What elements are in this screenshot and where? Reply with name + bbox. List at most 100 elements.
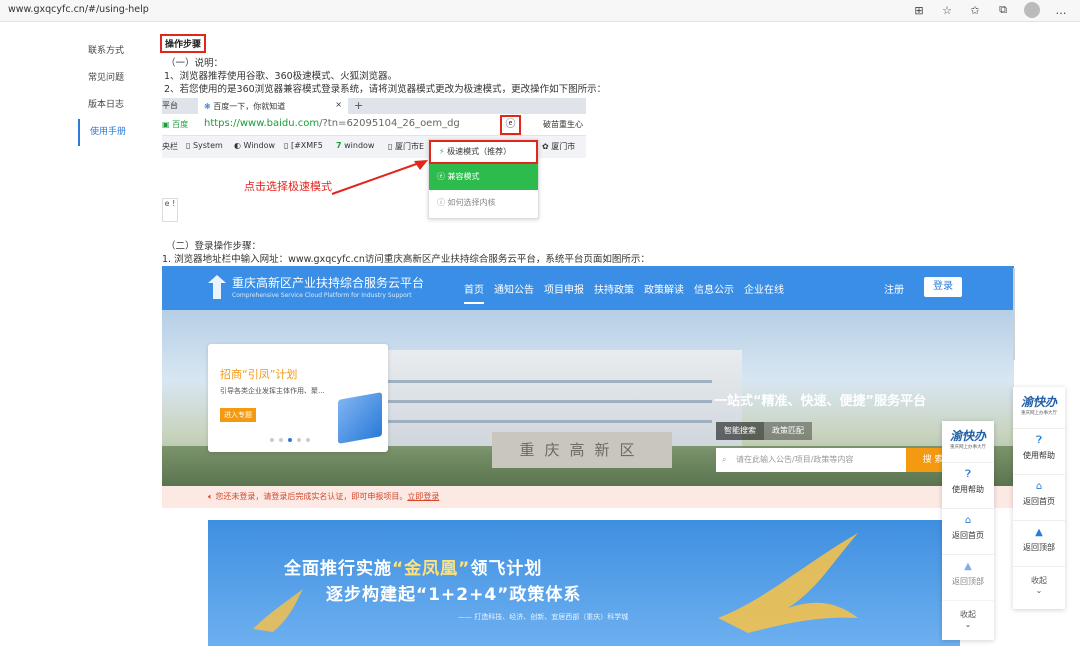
chart-cube-icon [338, 392, 382, 444]
carousel-dot[interactable] [288, 438, 292, 442]
bookmark-label: [#XMF5 [290, 141, 323, 150]
nav-projects[interactable]: 项目申报 [544, 281, 584, 304]
favorite-add-icon[interactable]: ☆ [940, 3, 954, 17]
shot-url-main: https://www.baidu.com [204, 118, 320, 129]
new-tab-icon: + [354, 99, 364, 112]
page-title: 操作步骤 [160, 34, 207, 53]
logo-text: 渝快办 [1020, 395, 1057, 409]
menu-howto[interactable]: ⓘ 如何选择内核 [429, 190, 538, 216]
sidebar-item-changelog[interactable]: 版本日志 [78, 92, 150, 119]
carousel-dot[interactable] [279, 438, 283, 442]
poster-line1: 全面推行实施“金凤凰”领飞计划 [284, 554, 542, 579]
section2-title: （二）登录操作步骤： [166, 241, 262, 252]
qr-icon[interactable]: ⊞ [912, 3, 926, 17]
bookmark-label: window [344, 141, 375, 150]
nav-policy-interpretation[interactable]: 政策解读 [644, 281, 684, 304]
portal-title: 重庆高新区产业扶持综合服务云平台 [232, 276, 425, 290]
float-home-label: 返回首页 [1023, 497, 1055, 506]
browser-mode-menu: ⚡ 极速模式（推荐） ⓔ 兼容模式 ⓘ 如何选择内核 [428, 139, 539, 219]
bookmark-item: ▯ [#XMF5 [284, 141, 323, 150]
poster-line3: —— 打造科技、经济、创新、宜居西部（重庆）科学城 [458, 613, 629, 621]
stone-sign: 重庆高新区 [492, 432, 672, 468]
promo-title: 招商“引凤”计划 [220, 368, 298, 381]
address-bar[interactable]: www.gxqcyfc.cn/#/using-help [8, 4, 149, 15]
nav-publicity[interactable]: 信息公示 [694, 281, 734, 304]
bookmark-item: 央栏 [162, 142, 178, 151]
carousel-dot[interactable] [306, 438, 310, 442]
portal-header: 重庆高新区产业扶持综合服务云平台 Comprehensive Service C… [162, 266, 1014, 310]
login-button[interactable]: 登录 [924, 277, 962, 297]
float-collapse[interactable]: 收起 ⌄ [1013, 567, 1065, 607]
login-notice: 🔈︎ 您还未登录，请登录后完成实名认证，即可申报项目。立即登录 [162, 486, 1014, 508]
scrollbar[interactable] [1013, 268, 1015, 360]
section1-line1: 1、浏览器推荐使用谷歌、360极速模式、火狐浏览器。 [164, 71, 398, 82]
chevron-down-icon: ⌄ [1035, 586, 1043, 595]
carousel-dot[interactable] [270, 438, 274, 442]
bell-icon: ▲ [1035, 527, 1043, 538]
float-top-label: 返回顶部 [1023, 543, 1055, 552]
float-top[interactable]: ▲ 返回顶部 [1013, 521, 1065, 567]
portal-slogan: 一站式“精准、快速、便捷”服务平台 [714, 394, 927, 409]
phoenix-small-icon [253, 589, 303, 632]
promo-card[interactable]: 招商“引凤”计划 引导各类企业发挥主体作用、聚... 进入专题 [208, 344, 388, 452]
tab-policy-match[interactable]: 政策匹配 [764, 422, 812, 440]
nav-notices[interactable]: 通知公告 [494, 281, 534, 304]
browser-mode-icon: ⓔ [500, 115, 521, 135]
secure-text: 百度 [172, 120, 189, 129]
logo-text-inner: 渝快办 [949, 429, 986, 443]
menu-speed-mode[interactable]: ⚡ 极速模式（推荐） [429, 140, 538, 164]
ie-icon: ⓔ [437, 172, 445, 181]
notice-text: 您还未登录，请登录后完成实名认证，即可申报项目。 [215, 492, 408, 501]
bookmark-item: ▯ 厦门市E [388, 142, 425, 151]
menu-compat-mode[interactable]: ⓔ 兼容模式 [429, 164, 538, 190]
float-help[interactable]: ❓︎ 使用帮助 [1013, 429, 1065, 475]
tab-active-label: 百度一下，你就知道 [213, 102, 286, 111]
bookmark-item: ▯ System [186, 141, 223, 150]
float-home-inner-label: 返回首页 [952, 531, 984, 540]
floating-sidebar-inner: 渝快办 重庆网上办事大厅 ❓︎ 使用帮助 ⌂ 返回首页 ▲ 返回顶部 收起 ⌄ [942, 421, 994, 640]
search-icon: ⌕ [722, 455, 727, 464]
profile-avatar[interactable] [1024, 2, 1040, 18]
tab-smart-search[interactable]: 智能搜索 [716, 422, 764, 440]
carousel-dot[interactable] [297, 438, 301, 442]
chevron-down-icon: ⌄ [964, 620, 972, 629]
poster-line1c: 领飞计划 [470, 559, 543, 579]
nav-policies[interactable]: 扶持政策 [594, 281, 634, 304]
menu-compat-label: 兼容模式 [447, 172, 480, 181]
help-content: 操作步骤 [160, 34, 207, 53]
help-circle-icon: ⓘ [437, 198, 445, 207]
float-home[interactable]: ⌂ 返回首页 [1013, 475, 1065, 521]
sidebar-item-contact[interactable]: 联系方式 [78, 38, 150, 65]
paw-icon: ❋ [204, 102, 214, 111]
bookmark-label: System [192, 141, 223, 150]
float-help-inner-label: 使用帮助 [952, 485, 984, 494]
float-top-inner-label: 返回顶部 [952, 577, 984, 586]
promo-enter-button[interactable]: 进入专题 [220, 408, 256, 422]
bell-icon: ▲ [964, 561, 972, 572]
shot-url: https://www.baidu.com/?tn=62095104_26_oe… [204, 118, 460, 129]
float-help-inner: ❓︎ 使用帮助 [942, 463, 994, 509]
favorites-icon[interactable]: ✩ [968, 3, 982, 17]
nav-enterprise[interactable]: 企业在线 [744, 281, 784, 304]
browser-toolbar: www.gxqcyfc.cn/#/using-help ⊞ ☆ ✩ ⧉ … [0, 0, 1080, 22]
bookmark-label: 厦门市E [394, 142, 425, 151]
login-now-link[interactable]: 立即登录 [407, 492, 439, 501]
sidebar-item-manual[interactable]: 使用手册 [78, 119, 150, 146]
annotation-text: 点击选择极速模式 [244, 180, 332, 193]
policy-poster: 全面推行实施“金凤凰”领飞计划 逐步构建起“1+2+4”政策体系 —— 打造科技… [208, 520, 960, 646]
help-icon: ❓︎ [964, 469, 971, 480]
yukuaiban-logo[interactable]: 渝快办 重庆网上办事大厅 [1013, 387, 1065, 429]
more-icon[interactable]: … [1054, 3, 1068, 17]
bookmark-label: Window [243, 141, 276, 150]
register-link[interactable]: 注册 [884, 281, 904, 296]
portal-search-input[interactable]: ⌕ 请在此输入公告/项目/政策等内容 [716, 448, 906, 472]
search-placeholder: 请在此输入公告/项目/政策等内容 [736, 455, 854, 464]
sidebar-item-faq[interactable]: 常见问题 [78, 65, 150, 92]
section1-line2: 2、若您使用的是360浏览器兼容模式登录系统，请将浏览器模式更改为极速模式，更改… [164, 84, 607, 95]
portal-logo-icon [208, 275, 226, 299]
portal-screenshot: 重庆高新区产业扶持综合服务云平台 Comprehensive Service C… [162, 266, 1014, 508]
collections-icon[interactable]: ⧉ [996, 3, 1010, 17]
nav-home[interactable]: 首页 [464, 281, 484, 304]
clipped-screenshot-edge: e ! [162, 198, 178, 222]
section2-line1: 1. 浏览器地址栏中输入网址：www.gxqcyfc.cn访问重庆高新区产业扶持… [162, 254, 650, 265]
